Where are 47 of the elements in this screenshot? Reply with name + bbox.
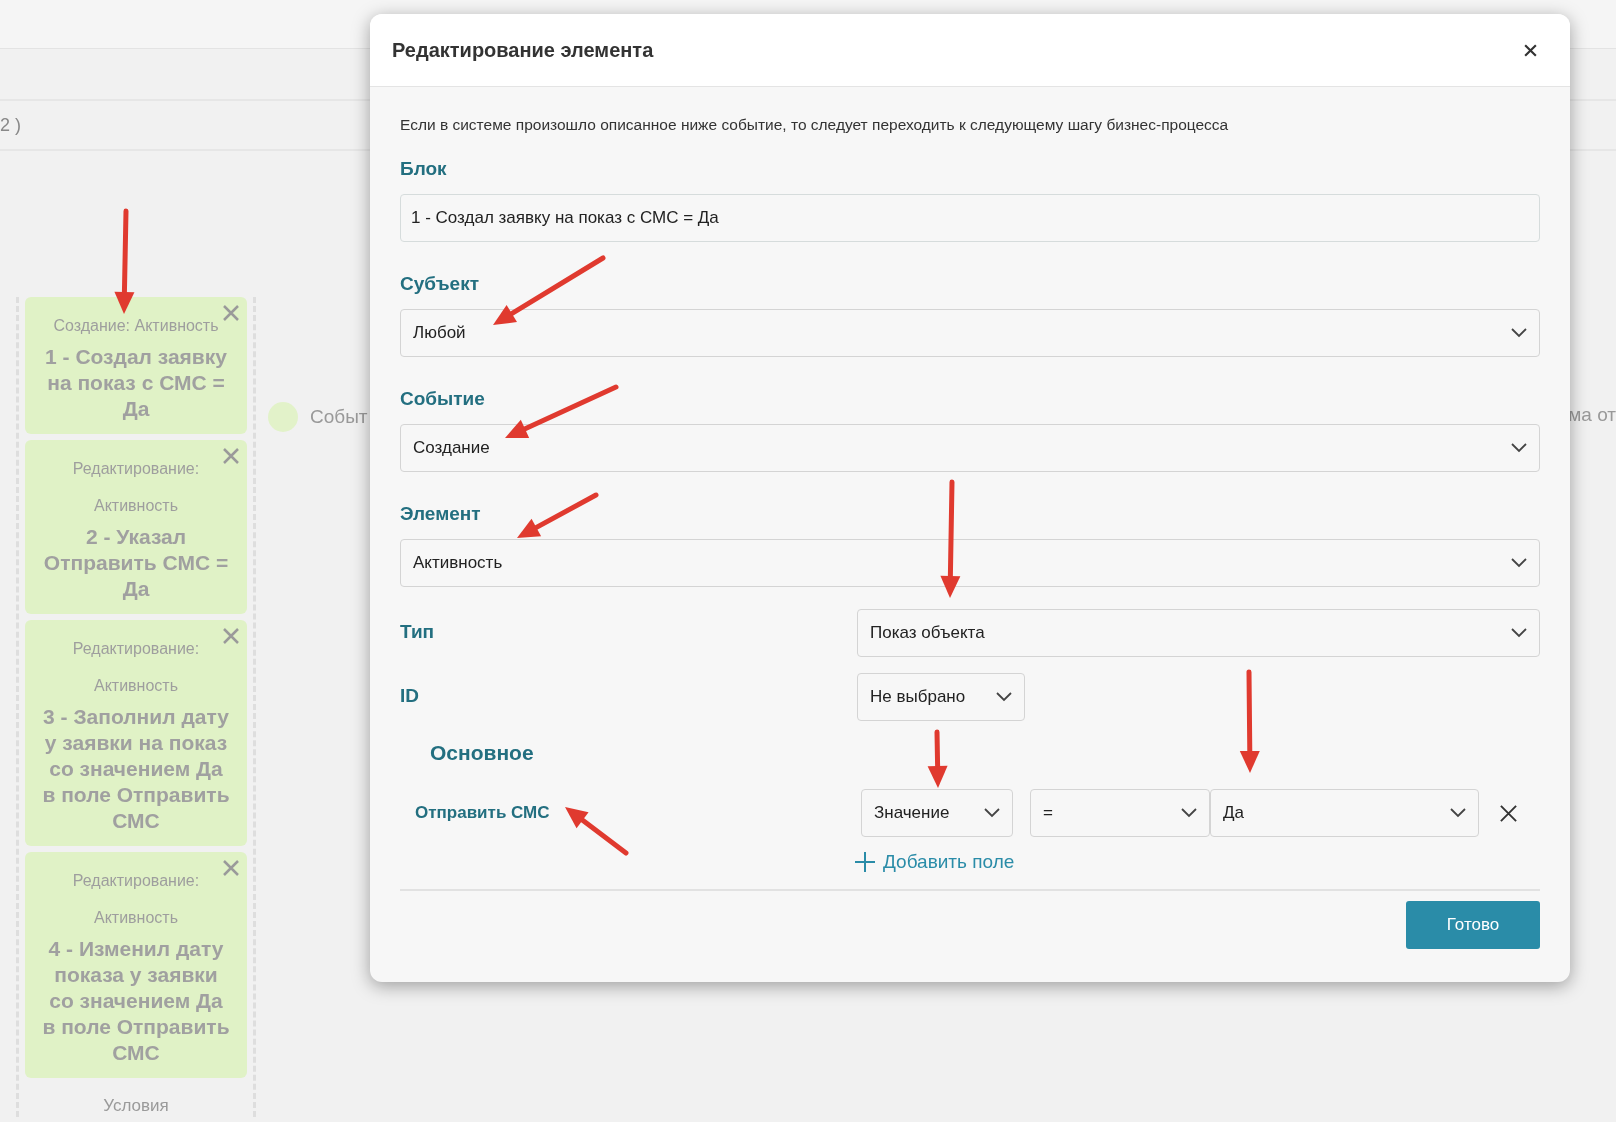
chevron-icon [1450,808,1466,818]
card-event: Редактирование: Активность [71,639,201,696]
field-label: ID [400,684,420,707]
field-label: Блок [400,158,448,180]
field-label: Субъект [400,273,480,295]
chevron-icon [1511,328,1527,338]
dropdown[interactable]: Показ объекта [857,609,1540,657]
condition-field-link[interactable]: Отправить СМС [400,803,846,823]
dialog-description: Если в системе произошло описанное ниже событие, то следует переходить к следующему шагу бизнес-процесса [400,116,1230,134]
dropdown[interactable]: Значение [861,789,1013,837]
card-event: Редактирование: Активность [71,459,201,516]
card-title: 2 - Указал Отправить СМС = Да [42,524,230,602]
close-icon[interactable] [1523,42,1538,58]
chevron-icon [984,808,1000,818]
chevron-icon [1511,558,1527,568]
card-event: Редактирование: Активность [71,871,201,928]
plus-icon [855,852,875,872]
legend-dot [268,402,298,432]
close-icon[interactable] [1499,803,1518,823]
chevron-icon [1181,808,1197,818]
dropdown[interactable]: Активность [400,539,1540,587]
chevron-icon [1511,443,1527,453]
add-field-button[interactable]: Добавить поле [855,847,1015,877]
card-title: 1 - Создал заявку на показ с СМС = Да [44,344,228,422]
done-button[interactable]: Готово [1406,901,1540,949]
chevron-icon [1511,628,1527,638]
field-label: Тип [400,620,436,643]
legend-label: Событ [310,406,369,428]
annotation-arrow [565,807,629,856]
tab-label: 2 ) [0,114,21,136]
dropdown[interactable]: Любой [400,309,1540,357]
dropdown[interactable]: Создание [400,424,1540,472]
field-label: Элемент [400,503,482,525]
card-title: 4 - Изменил дату показа у заявки со значением Да в поле Отправить СМС [41,936,231,1066]
dropdown[interactable]: Не выбрано [857,673,1025,721]
card-event: Создание: Активность [53,316,219,336]
chevron-icon [996,692,1012,702]
dialog-title: Редактирование элемента [392,38,654,62]
dropdown[interactable]: Да [1210,789,1479,837]
field-label: Событие [400,388,486,410]
dropdown[interactable]: = [1030,789,1210,837]
conditions-label: Условия [102,1095,170,1116]
legend-label: ма от [1568,404,1616,426]
annotation-arrow [927,729,948,788]
block-input[interactable]: 1 - Создал заявку на показ с СМС = Да [400,194,1540,242]
card-title: 3 - Заполнил дату у заявки на показ со значением Да в поле Отправить СМС [41,704,231,834]
section-heading: Основное [430,741,535,765]
